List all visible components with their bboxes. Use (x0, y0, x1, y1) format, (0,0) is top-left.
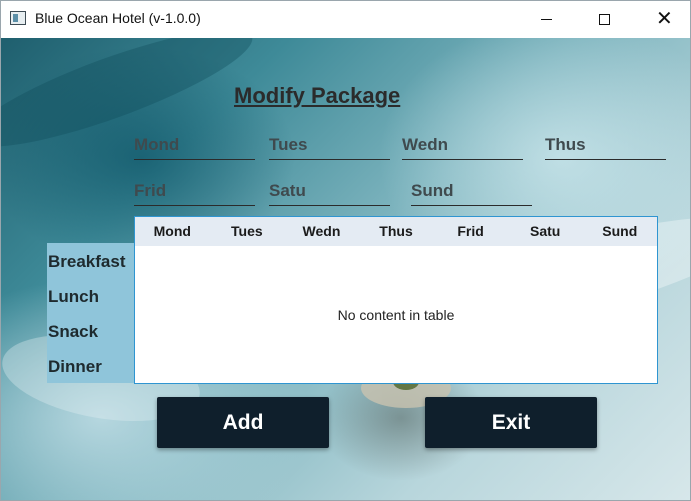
exit-button[interactable]: Exit (425, 397, 597, 448)
frid-field (134, 176, 255, 206)
sund-input[interactable] (411, 176, 532, 205)
meal-labels: Breakfast Lunch Snack Dinner (47, 243, 136, 383)
maximize-button[interactable] (581, 1, 627, 38)
main-content: Modify Package Breakfast Lunch Snack Din… (1, 38, 690, 500)
package-table[interactable]: Mond Tues Wedn Thus Frid Satu Sund No co… (134, 216, 658, 384)
column-header-mond[interactable]: Mond (135, 217, 210, 246)
column-header-frid[interactable]: Frid (433, 217, 508, 246)
satu-input[interactable] (269, 176, 390, 205)
close-button[interactable]: ✕ (641, 1, 687, 38)
add-button[interactable]: Add (157, 397, 329, 448)
minimize-button[interactable] (521, 1, 567, 38)
title-bar: Blue Ocean Hotel (v-1.0.0) ✕ (1, 1, 690, 38)
tues-input[interactable] (269, 130, 390, 159)
meal-label-snack: Snack (48, 322, 99, 341)
column-header-sund[interactable]: Sund (582, 217, 657, 246)
thus-field (545, 130, 666, 160)
column-header-satu[interactable]: Satu (508, 217, 583, 246)
minimize-icon (541, 19, 552, 20)
wedn-field (402, 130, 523, 160)
table-empty-message: No content in table (337, 307, 455, 323)
page-title: Modify Package (234, 83, 401, 108)
sund-field (411, 176, 532, 206)
meal-label-breakfast: Breakfast (48, 252, 126, 271)
meal-label-lunch: Lunch (48, 287, 99, 306)
meal-label-dinner: Dinner (48, 357, 102, 376)
maximize-icon (599, 14, 610, 25)
satu-field (269, 176, 390, 206)
app-icon (10, 11, 26, 25)
column-header-wedn[interactable]: Wedn (284, 217, 359, 246)
app-window: Blue Ocean Hotel (v-1.0.0) ✕ Modify Pack… (0, 0, 691, 501)
column-header-tues[interactable]: Tues (210, 217, 285, 246)
mond-input[interactable] (134, 130, 255, 159)
tues-field (269, 130, 390, 160)
column-header-thus[interactable]: Thus (359, 217, 434, 246)
window-title: Blue Ocean Hotel (v-1.0.0) (35, 10, 201, 26)
close-icon: ✕ (656, 6, 673, 30)
thus-input[interactable] (545, 130, 666, 159)
table-header: Mond Tues Wedn Thus Frid Satu Sund (135, 217, 657, 246)
mond-field (134, 130, 255, 160)
frid-input[interactable] (134, 176, 255, 205)
wedn-input[interactable] (402, 130, 523, 159)
